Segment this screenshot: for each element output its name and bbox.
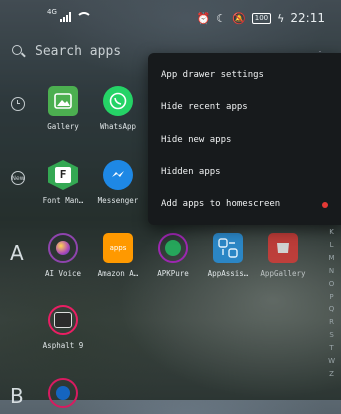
menu-item-hide-new-apps[interactable]: Hide new apps <box>161 135 231 145</box>
clock: 22:11 <box>290 11 325 25</box>
alphabet-letter[interactable]: P <box>328 291 335 304</box>
app-label: AI Voice <box>44 269 82 278</box>
app-label: Asphalt 9 <box>42 341 84 350</box>
moon-icon: ☾ <box>216 11 227 25</box>
menu-item-hide-recent-apps[interactable]: Hide recent apps <box>161 102 248 112</box>
charging-icon: ϟ <box>277 11 285 25</box>
app-label: Messenger <box>97 196 139 205</box>
appassistant-icon <box>213 233 243 263</box>
notification-dot <box>322 202 328 208</box>
alphabet-index[interactable]: KLMNOPQRSTWZ <box>328 226 335 381</box>
ai-voice-icon <box>48 233 78 263</box>
asphalt-9-icon <box>48 305 78 335</box>
alphabet-letter[interactable]: M <box>328 252 335 265</box>
app-appgallery[interactable]: AppGallery <box>253 233 313 278</box>
messenger-icon <box>103 160 133 190</box>
section-letter-a: A <box>10 241 24 265</box>
alphabet-letter[interactable]: S <box>328 329 335 342</box>
app-label: WhatsApp <box>99 122 137 131</box>
gallery-icon <box>48 86 78 116</box>
menu-item-app-drawer-settings[interactable]: App drawer settings <box>161 70 264 80</box>
search-placeholder: Search apps <box>35 44 122 59</box>
app-font-manager[interactable]: F Font Man… <box>33 160 93 205</box>
bell-off-icon: 🔕 <box>232 11 246 25</box>
wifi-icon <box>76 12 88 22</box>
app-label: Amazon A… <box>97 269 139 278</box>
alphabet-letter[interactable]: T <box>328 342 335 355</box>
amazon-appstore-icon: apps <box>103 233 133 263</box>
app-label: Font Man… <box>42 196 84 205</box>
apkpure-icon <box>158 233 188 263</box>
font-manager-icon: F <box>48 160 78 190</box>
amazon-icon-text: apps <box>109 244 127 252</box>
app-messenger[interactable]: Messenger <box>88 160 148 205</box>
new-badge-text: New <box>11 174 25 182</box>
alphabet-letter[interactable]: Z <box>328 368 335 381</box>
menu-item-hidden-apps[interactable]: Hidden apps <box>161 167 221 177</box>
alphabet-letter[interactable]: Q <box>328 303 335 316</box>
search-bar[interactable]: Search apps <box>12 44 121 59</box>
app-appassistant[interactable]: AppAssis… <box>198 233 258 278</box>
recent-apps-clock-icon[interactable] <box>11 97 25 111</box>
appgallery-icon <box>268 233 298 263</box>
app-label: APKPure <box>157 269 189 278</box>
alarm-icon: ⏰ <box>196 11 211 25</box>
menu-item-add-apps-to-homescreen[interactable]: Add apps to homescreen <box>161 199 280 209</box>
app-gallery[interactable]: Gallery <box>33 86 93 131</box>
alphabet-letter[interactable]: W <box>328 355 335 368</box>
signal-icon <box>59 12 71 22</box>
alphabet-letter[interactable]: O <box>328 278 335 291</box>
app-amazon-appstore[interactable]: apps Amazon A… <box>88 233 148 278</box>
app-label: AppAssis… <box>207 269 249 278</box>
app-label: Gallery <box>47 122 79 131</box>
app-ai-voice[interactable]: AI Voice <box>33 233 93 278</box>
section-letter-b: B <box>10 384 24 408</box>
network-type: 4G <box>47 8 57 16</box>
network-indicator: 4G <box>47 8 88 22</box>
new-apps-icon[interactable]: New <box>11 171 25 185</box>
alphabet-letter[interactable]: R <box>328 316 335 329</box>
search-icon <box>12 44 26 59</box>
status-right: ⏰ ☾ 🔕 100 ϟ 22:11 <box>196 11 325 25</box>
whatsapp-icon <box>103 86 133 116</box>
app-b-icon <box>48 378 78 408</box>
app-apkpure[interactable]: APKPure <box>143 233 203 278</box>
app-label: AppGallery <box>260 269 306 278</box>
alphabet-letter[interactable]: L <box>328 239 335 252</box>
battery-icon: 100 <box>251 12 272 24</box>
app-whatsapp[interactable]: WhatsApp <box>88 86 148 131</box>
app-asphalt-9[interactable]: Asphalt 9 <box>33 305 93 350</box>
alphabet-letter[interactable]: N <box>328 265 335 278</box>
status-bar: 4G ⏰ ☾ 🔕 100 ϟ 22:11 <box>0 0 341 36</box>
app-next-b[interactable] <box>33 378 93 414</box>
alphabet-letter[interactable]: K <box>328 226 335 239</box>
overflow-menu: App drawer settings Hide recent apps Hid… <box>148 53 341 225</box>
